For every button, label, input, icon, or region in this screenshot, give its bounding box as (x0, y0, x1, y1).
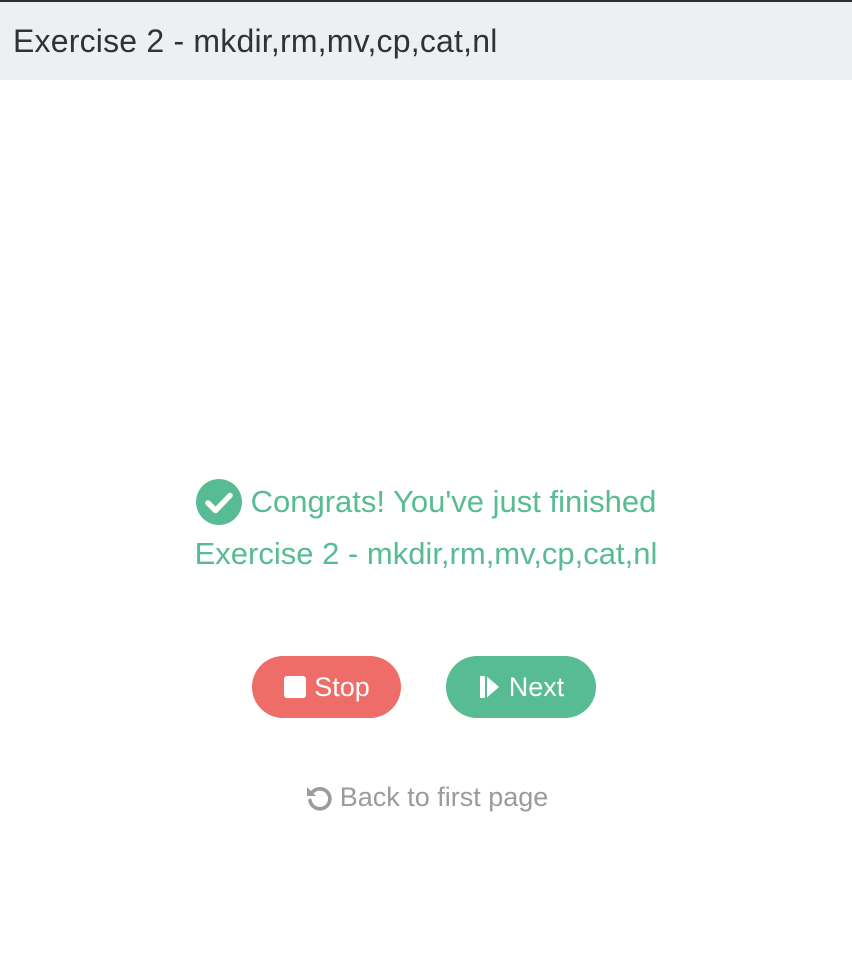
finished-exercise-name: Exercise 2 - mkdir,rm,mv,cp,cat,nl (194, 536, 658, 571)
completion-line: Congrats! You've just finished (195, 478, 657, 526)
back-to-first-page-link[interactable]: Back to first page (0, 782, 852, 813)
step-forward-icon (479, 676, 499, 698)
page-header: Exercise 2 - mkdir,rm,mv,cp,cat,nl (0, 2, 852, 80)
completion-text: Congrats! You've just finished (250, 484, 657, 519)
completion-message: Congrats! You've just finished Exercise … (0, 478, 852, 578)
next-button[interactable]: Next (446, 656, 596, 718)
stop-button-label: Stop (314, 671, 370, 702)
back-link-label: Back to first page (339, 782, 549, 812)
undo-icon (306, 786, 332, 811)
page-title: Exercise 2 - mkdir,rm,mv,cp,cat,nl (13, 22, 498, 59)
stop-icon (284, 676, 307, 698)
stop-button[interactable]: Stop (252, 656, 401, 718)
check-circle-icon (195, 479, 242, 525)
next-button-label: Next (508, 671, 565, 702)
